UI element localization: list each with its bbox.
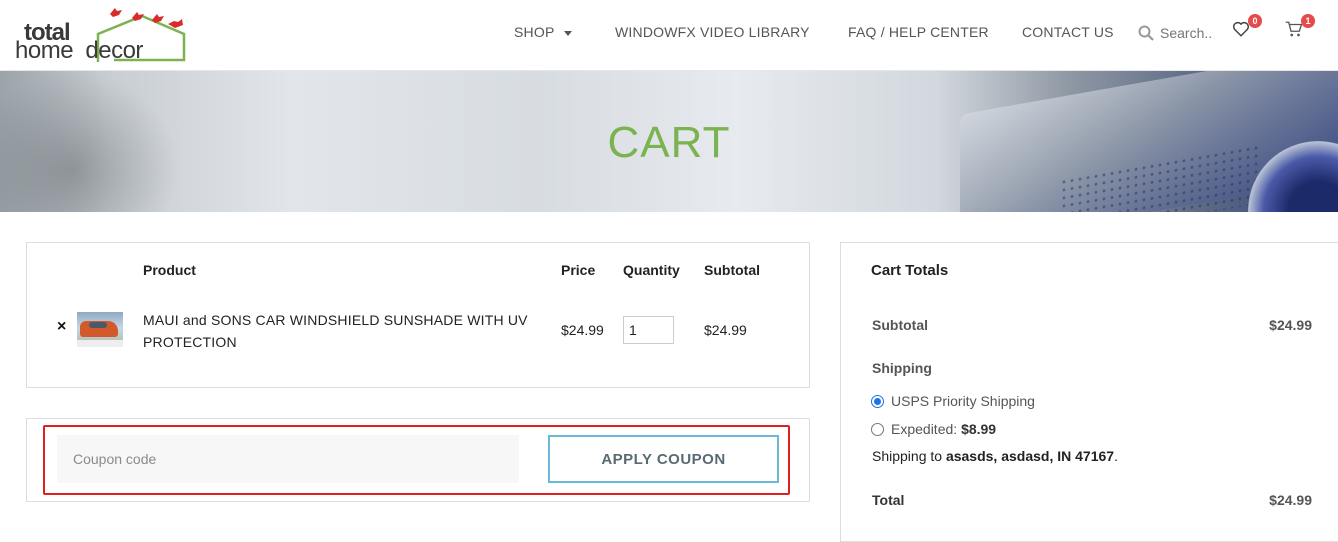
quantity-input[interactable] [623,316,674,344]
coupon-code-input[interactable] [57,435,519,483]
nav-shop[interactable]: SHOP [514,24,573,40]
header-subtotal: Subtotal [704,262,760,278]
header-product: Product [143,262,196,278]
product-price: $24.99 [561,322,604,338]
product-subtotal: $24.99 [704,322,747,338]
logo-text-home-decor: home decor [15,37,143,64]
total-value: $24.99 [1269,492,1312,508]
cart-button[interactable]: 1 [1285,14,1315,42]
subtotal-value: $24.99 [1269,317,1312,333]
shipping-label: Shipping [872,360,932,376]
wishlist-count-badge: 0 [1248,14,1262,28]
search-icon[interactable] [1138,25,1154,41]
cart-count-badge: 1 [1301,14,1315,28]
page-banner: CART [0,71,1338,212]
wishlist-button[interactable]: 0 [1232,14,1262,42]
site-header: total home decor SHOP WINDOWFX VIDEO LIB… [0,0,1338,71]
header-price: Price [561,262,596,278]
radio-unselected[interactable] [871,422,884,436]
nav-faq-help[interactable]: FAQ / HELP CENTER [848,24,989,40]
site-logo[interactable]: total home decor [14,4,186,64]
search-input[interactable] [1160,25,1218,41]
subtotal-label: Subtotal [872,317,928,333]
apply-coupon-button[interactable]: APPLY COUPON [548,435,779,483]
header-quantity: Quantity [623,262,680,278]
shipping-address-text: Shipping to asasds, asdasd, IN 47167. [872,448,1118,464]
chevron-down-icon [564,30,573,36]
shipping-option-usps[interactable]: USPS Priority Shipping [871,393,1035,409]
product-name-link[interactable]: MAUI and SONS CAR WINDSHIELD SUNSHADE WI… [143,309,543,353]
cart-totals-panel [840,242,1338,542]
radio-selected[interactable] [871,394,884,408]
cart-totals-title: Cart Totals [871,262,949,279]
cart-table: Product Price Quantity Subtotal × MAUI a… [26,242,810,388]
remove-item-icon[interactable]: × [57,318,66,336]
nav-video-library[interactable]: WINDOWFX VIDEO LIBRARY [615,24,810,40]
nav-contact-us[interactable]: CONTACT US [1022,24,1114,40]
total-label: Total [872,492,905,508]
product-thumbnail[interactable] [77,312,123,347]
header-search [1138,22,1218,44]
shipping-option-expedited[interactable]: Expedited: $8.99 [871,421,996,437]
page-title: CART [607,118,731,167]
